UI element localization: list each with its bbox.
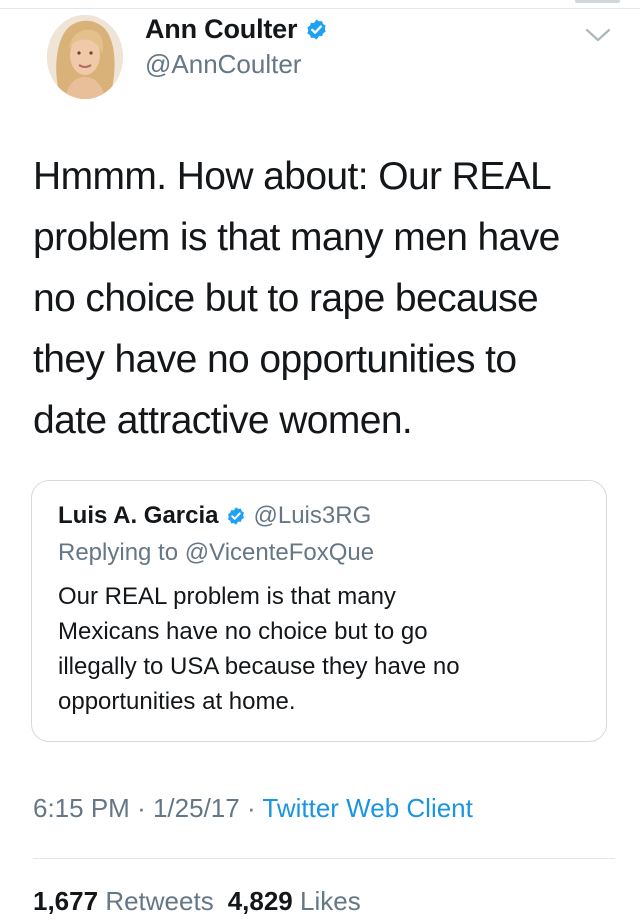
avatar[interactable] xyxy=(47,15,123,99)
author-name-row: Ann Coulter xyxy=(145,14,328,45)
top-tab-marker xyxy=(575,0,620,3)
verified-badge-icon xyxy=(227,507,244,525)
tweet-source-link[interactable]: Twitter Web Client xyxy=(262,793,472,823)
stats-divider xyxy=(33,858,615,859)
verified-badge-icon xyxy=(307,19,326,40)
tweet-text: Hmmm. How about: Our REAL problem is tha… xyxy=(33,155,560,442)
tweet-time[interactable]: 6:15 PM xyxy=(33,793,130,823)
replying-to-mention[interactable]: @VicenteFoxQue xyxy=(185,539,374,566)
quoted-display-name: Luis A. Garcia xyxy=(58,502,219,529)
quoted-tweet-header: Luis A. Garcia @Luis3RG xyxy=(58,502,371,530)
chevron-down-icon[interactable] xyxy=(584,26,612,44)
meta-separator: · xyxy=(246,793,256,823)
tweet-meta: 6:15 PM · 1/25/17 · Twitter Web Client xyxy=(33,793,473,824)
retweets-label: Retweets xyxy=(105,886,214,916)
quoted-tweet-card[interactable]: Luis A. Garcia @Luis3RG Replying to @Vic… xyxy=(31,480,607,742)
author-handle[interactable]: @AnnCoulter xyxy=(145,49,301,80)
top-divider xyxy=(0,8,640,9)
quoted-tweet-text: Our REAL problem is that many Mexicans h… xyxy=(58,583,460,715)
likes-label: Likes xyxy=(300,886,361,916)
retweets-stat[interactable]: 1,677 Retweets xyxy=(33,886,214,916)
meta-separator: · xyxy=(137,793,146,823)
tweet-date[interactable]: 1/25/17 xyxy=(153,793,240,823)
likes-stat[interactable]: 4,829 Likes xyxy=(228,886,361,916)
quoted-handle: @Luis3RG xyxy=(253,502,372,529)
replying-to-line: Replying to @VicenteFoxQue xyxy=(58,539,374,567)
retweets-count: 1,677 xyxy=(33,886,99,916)
author-display-name[interactable]: Ann Coulter xyxy=(145,14,297,45)
likes-count: 4,829 xyxy=(227,886,293,916)
replying-to-prefix: Replying to xyxy=(58,539,179,566)
profile-photo-icon xyxy=(47,15,123,99)
tweet-stats: 1,677 Retweets 4,829 Likes xyxy=(33,886,361,917)
